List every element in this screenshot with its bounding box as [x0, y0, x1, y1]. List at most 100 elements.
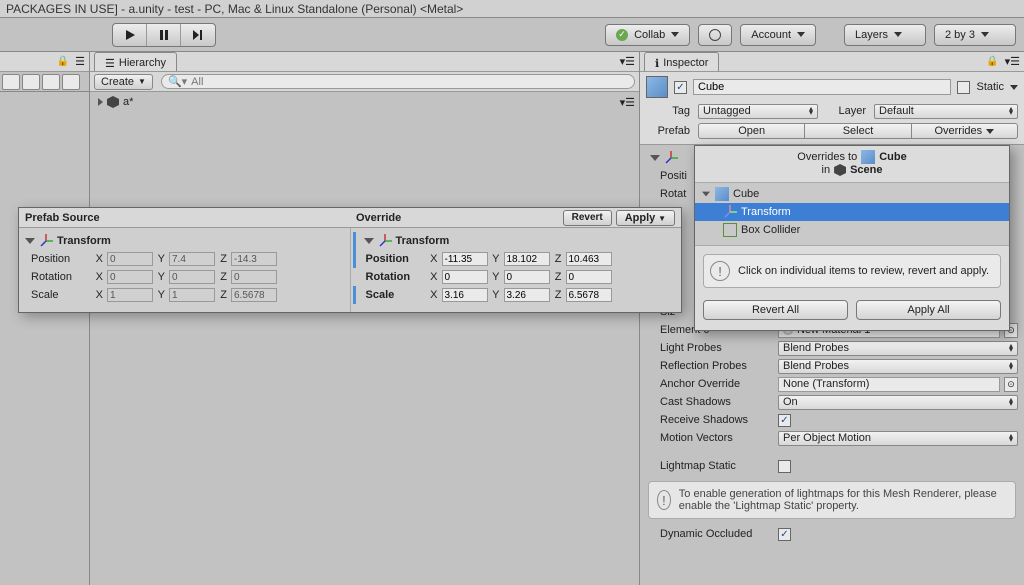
cloud-button[interactable]	[698, 24, 732, 46]
collab-dropdown[interactable]: ✓Collab	[605, 24, 690, 46]
prefab-icon	[861, 150, 875, 164]
src-scale-y	[169, 288, 215, 302]
prefab-compare-popup: Prefab Source Override Revert Apply ▼ Tr…	[18, 207, 682, 313]
panel-menu-icon[interactable]: ▾☰	[1005, 55, 1020, 68]
src-pos-z	[231, 252, 277, 266]
gameobject-icon[interactable]	[646, 76, 668, 98]
source-scale-label: Scale	[31, 289, 91, 301]
prefab-open-button[interactable]: Open	[698, 123, 805, 139]
ov-pos-z[interactable]	[566, 252, 612, 266]
foldout-icon[interactable]	[702, 192, 710, 197]
inspector-header: Static Tag Untagged▴▾ Layer Default▴▾ Pr…	[640, 72, 1024, 145]
src-pos-x	[107, 252, 153, 266]
step-button[interactable]	[181, 24, 215, 46]
tag-label: Tag	[646, 105, 694, 117]
overrides-tree-transform[interactable]: Transform	[695, 203, 1009, 221]
create-dropdown[interactable]: Create▼	[94, 74, 153, 90]
scene-menu-icon[interactable]: ▾☰	[620, 96, 635, 109]
rotate-tool[interactable]	[42, 74, 60, 90]
hierarchy-panel: ☰Hierarchy ▾☰ Create▼ 🔍▾All a* ▾☰	[90, 52, 640, 585]
revert-all-button[interactable]: Revert All	[703, 300, 848, 320]
prefab-label: Prefab	[646, 125, 694, 137]
lock-icon[interactable]: 🔒	[986, 56, 998, 67]
inspector-tab[interactable]: ℹInspector	[644, 52, 719, 71]
reflection-probes-dropdown[interactable]: Blend Probes▴▾	[778, 359, 1018, 374]
apply-dropdown-button[interactable]: Apply ▼	[616, 210, 675, 226]
src-rot-z	[231, 270, 277, 284]
ov-scale-z[interactable]	[566, 288, 612, 302]
prefab-overrides-button[interactable]: Overrides	[912, 123, 1018, 139]
src-scale-z	[231, 288, 277, 302]
unity-logo-icon	[834, 164, 846, 176]
scale-tool[interactable]	[62, 74, 80, 90]
hierarchy-tree[interactable]: a* ▾☰	[90, 92, 639, 585]
ov-pos-y[interactable]	[504, 252, 550, 266]
lock-icon[interactable]: 🔒	[57, 56, 69, 67]
ov-pos-x[interactable]	[442, 252, 488, 266]
lightmap-static-checkbox[interactable]	[778, 460, 791, 473]
layers-dropdown[interactable]: Layers	[844, 24, 926, 46]
prefab-source-header: Prefab Source	[19, 208, 350, 227]
foldout-icon[interactable]	[25, 238, 35, 244]
move-tool[interactable]	[22, 74, 40, 90]
play-button[interactable]	[113, 24, 147, 46]
overrides-title-prefix: Overrides to	[797, 151, 857, 163]
ov-scale-y[interactable]	[504, 288, 550, 302]
static-dropdown-icon[interactable]	[1010, 85, 1018, 90]
dynamic-occluded-checkbox[interactable]	[778, 528, 791, 541]
active-checkbox[interactable]	[674, 81, 687, 94]
scene-view-strip: 🔒☰	[0, 52, 90, 585]
override-scale-label: Scale	[366, 289, 426, 301]
lightmap-info-box: ! To enable generation of lightmaps for …	[648, 481, 1016, 519]
light-probes-label: Light Probes	[646, 342, 774, 354]
box-collider-icon	[723, 223, 737, 237]
ov-rot-x[interactable]	[442, 270, 488, 284]
search-icon: 🔍▾	[168, 75, 187, 88]
motion-vectors-dropdown[interactable]: Per Object Motion▴▾	[778, 431, 1018, 446]
light-probes-dropdown[interactable]: Blend Probes▴▾	[778, 341, 1018, 356]
hand-tool[interactable]	[2, 74, 20, 90]
account-dropdown[interactable]: Account	[740, 24, 816, 46]
ov-rot-y[interactable]	[504, 270, 550, 284]
layout-dropdown[interactable]: 2 by 3	[934, 24, 1016, 46]
pause-button[interactable]	[147, 24, 181, 46]
anchor-override-field[interactable]: None (Transform)	[778, 377, 1000, 392]
gameobject-name-input[interactable]	[693, 79, 951, 95]
apply-all-button[interactable]: Apply All	[856, 300, 1001, 320]
ov-rot-z[interactable]	[566, 270, 612, 284]
override-header: Override	[356, 212, 401, 224]
foldout-icon[interactable]	[364, 238, 374, 244]
revert-button[interactable]: Revert	[563, 210, 612, 226]
object-picker-button[interactable]: ⊙	[1004, 377, 1018, 392]
motion-vectors-label: Motion Vectors	[646, 432, 774, 444]
scene-row[interactable]: a* ▾☰	[94, 94, 635, 110]
expand-icon[interactable]	[98, 98, 103, 106]
cast-shadows-dropdown[interactable]: On▴▾	[778, 395, 1018, 410]
hierarchy-tab[interactable]: ☰Hierarchy	[94, 52, 177, 71]
foldout-icon[interactable]	[650, 155, 660, 161]
transform-icon	[664, 151, 678, 165]
overrides-tree-boxcollider[interactable]: Box Collider	[695, 221, 1009, 239]
overrides-in-prefix: in	[822, 164, 831, 176]
check-icon: ✓	[616, 29, 628, 41]
transform-icon	[378, 234, 392, 248]
transform-icon	[723, 205, 737, 219]
ov-scale-x[interactable]	[442, 288, 488, 302]
layer-dropdown[interactable]: Default▴▾	[874, 104, 1018, 119]
tag-dropdown[interactable]: Untagged▴▾	[698, 104, 818, 119]
overrides-popup: Overrides to Cube in Scene Cube Transfor…	[694, 145, 1010, 331]
src-rot-x	[107, 270, 153, 284]
prefab-select-button[interactable]: Select	[805, 123, 911, 139]
static-checkbox[interactable]	[957, 81, 970, 94]
scene-label: a*	[123, 96, 133, 108]
panel-menu-icon[interactable]: ▾☰	[620, 55, 635, 68]
src-rot-y	[169, 270, 215, 284]
overrides-tree: Cube Transform Box Collider	[695, 182, 1009, 246]
unity-logo-icon	[107, 96, 119, 108]
layer-label: Layer	[822, 105, 870, 117]
overrides-info-box: ! Click on individual items to review, r…	[703, 254, 1001, 288]
receive-shadows-checkbox[interactable]	[778, 414, 791, 427]
panel-menu-icon[interactable]: ☰	[75, 55, 85, 68]
hierarchy-search[interactable]: 🔍▾All	[161, 74, 635, 89]
overrides-tree-root[interactable]: Cube	[695, 185, 1009, 203]
